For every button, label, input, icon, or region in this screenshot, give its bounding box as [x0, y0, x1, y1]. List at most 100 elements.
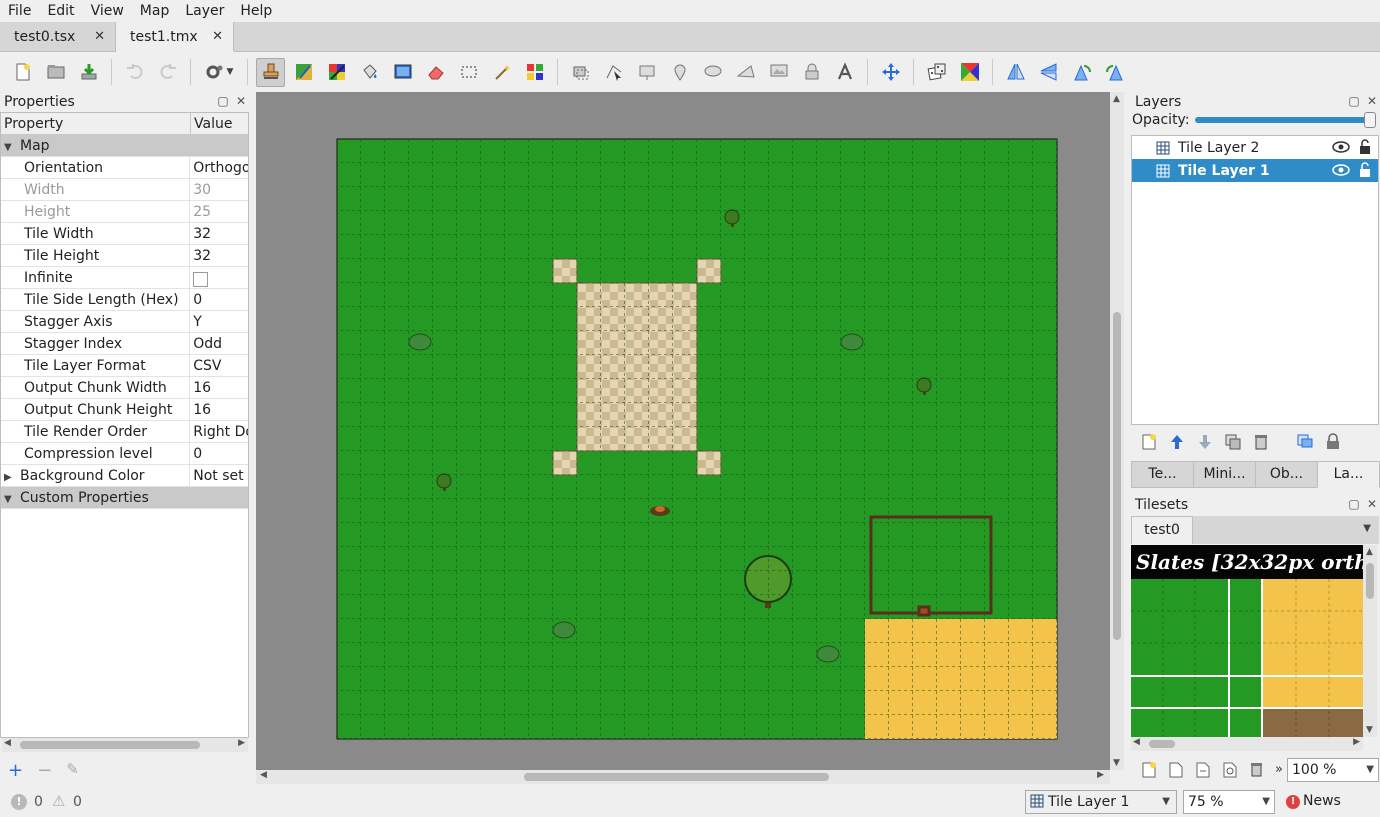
eraser-button[interactable]: [421, 58, 450, 87]
remove-property-icon[interactable]: −: [37, 760, 52, 781]
save-button[interactable]: [74, 58, 103, 87]
tileset-zoom-combo[interactable]: 100 % ▼: [1287, 758, 1379, 782]
insert-tile-button[interactable]: [764, 58, 793, 87]
raise-layer-icon[interactable]: [1168, 433, 1186, 451]
rectangle-select-button[interactable]: [454, 58, 483, 87]
property-value[interactable]: 0: [190, 289, 248, 310]
layer-row-tile-layer-2[interactable]: Tile Layer 2: [1132, 136, 1378, 159]
redo-button[interactable]: [153, 58, 182, 87]
property-row-stagger-index[interactable]: Stagger Index Odd: [1, 333, 248, 355]
scroll-right-icon[interactable]: ▶: [238, 738, 245, 748]
scroll-down-icon[interactable]: ▼: [1366, 725, 1373, 735]
opacity-slider-handle[interactable]: [1364, 112, 1376, 128]
embed-tileset-icon[interactable]: [1167, 761, 1184, 778]
canvas-horizontal-scrollbar[interactable]: ◀ ▶: [256, 770, 1110, 784]
menu-edit[interactable]: Edit: [39, 0, 82, 22]
more-actions-icon[interactable]: »: [1275, 762, 1283, 777]
wang-brush-button[interactable]: [322, 58, 351, 87]
property-row-tile-width[interactable]: Tile Width 32: [1, 223, 248, 245]
menu-help[interactable]: Help: [232, 0, 280, 22]
tileset-tab-test0[interactable]: test0: [1131, 516, 1193, 544]
scroll-left-icon[interactable]: ◀: [260, 770, 267, 780]
random-mode-button[interactable]: [922, 58, 951, 87]
unlock-icon[interactable]: [1358, 139, 1372, 155]
value-column-header[interactable]: Value: [191, 113, 232, 134]
close-icon[interactable]: ✕: [235, 94, 247, 108]
rename-property-icon[interactable]: ✎: [66, 760, 79, 781]
property-row-background-color[interactable]: ▶ Background Color Not set: [1, 465, 248, 487]
flip-vertical-button[interactable]: [1034, 58, 1063, 87]
menu-map[interactable]: Map: [132, 0, 178, 22]
scroll-up-icon[interactable]: ▲: [1366, 547, 1373, 557]
infinite-checkbox[interactable]: [193, 272, 209, 287]
property-value[interactable]: Odd: [190, 333, 248, 354]
scroll-right-icon[interactable]: ▶: [1353, 737, 1360, 747]
property-row-tile-layer-format[interactable]: Tile Layer Format CSV: [1, 355, 248, 377]
property-row-tile-height[interactable]: Tile Height 32: [1, 245, 248, 267]
map-zoom-combo[interactable]: 75 % ▼: [1183, 790, 1275, 814]
property-value[interactable]: Right Down: [190, 421, 248, 442]
eye-icon[interactable]: [1332, 140, 1350, 154]
property-value[interactable]: 16: [190, 399, 248, 420]
open-file-button[interactable]: [41, 58, 70, 87]
close-icon[interactable]: ✕: [94, 29, 105, 44]
scrollbar-thumb[interactable]: [1149, 740, 1175, 748]
magic-wand-button[interactable]: [487, 58, 516, 87]
properties-horizontal-scrollbar[interactable]: ◀ ▶: [2, 738, 248, 752]
edit-tileset-icon[interactable]: [1221, 761, 1238, 778]
tab-test0-tsx[interactable]: test0.tsx ✕: [0, 22, 116, 52]
wang-fill-mode-button[interactable]: [955, 58, 984, 87]
menu-file[interactable]: File: [0, 0, 39, 22]
eye-icon[interactable]: [1332, 163, 1350, 177]
tab-terrains[interactable]: Te...: [1131, 461, 1194, 488]
property-row-output-chunk-height[interactable]: Output Chunk Height 16: [1, 399, 248, 421]
chevron-down-icon[interactable]: ▼: [1363, 523, 1371, 534]
property-row-orientation[interactable]: OrientationOrthogonal: [1, 157, 248, 179]
property-value[interactable]: 16: [190, 377, 248, 398]
current-layer-combo[interactable]: Tile Layer 1 ▼: [1025, 790, 1177, 814]
select-same-tile-button[interactable]: [520, 58, 549, 87]
new-file-button[interactable]: [8, 58, 37, 87]
tileset-vertical-scrollbar[interactable]: ▲ ▼: [1363, 545, 1377, 737]
property-value[interactable]: Y: [190, 311, 248, 332]
insert-ellipse-button[interactable]: [698, 58, 727, 87]
property-row-output-chunk-width[interactable]: Output Chunk Width 16: [1, 377, 248, 399]
rotate-right-button[interactable]: [1100, 58, 1129, 87]
property-value[interactable]: 32: [190, 245, 248, 266]
stamp-brush-button[interactable]: [256, 57, 285, 87]
add-property-icon[interactable]: +: [8, 760, 23, 781]
delete-tileset-icon[interactable]: [1248, 761, 1265, 778]
export-tileset-icon[interactable]: [1194, 761, 1211, 778]
layer-row-tile-layer-1[interactable]: Tile Layer 1: [1132, 159, 1378, 182]
undo-button[interactable]: [120, 58, 149, 87]
float-dock-icon[interactable]: ▢: [217, 94, 229, 108]
float-dock-icon[interactable]: ▢: [1348, 497, 1360, 511]
tab-objects[interactable]: Ob...: [1255, 461, 1318, 488]
scroll-up-icon[interactable]: ▲: [1113, 94, 1120, 104]
news-button[interactable]: News: [1303, 793, 1341, 809]
tab-minimap[interactable]: Mini...: [1193, 461, 1256, 488]
property-row-infinite[interactable]: Infinite: [1, 267, 248, 289]
tileset-view[interactable]: Slates [32x32px orthogonal]: [1131, 545, 1363, 737]
chevron-down-icon[interactable]: ▼: [1366, 759, 1374, 781]
canvas-vertical-scrollbar[interactable]: ▲ ▼: [1110, 92, 1124, 770]
scrollbar-thumb[interactable]: [1366, 563, 1374, 599]
tab-layers[interactable]: La...: [1317, 461, 1380, 488]
flip-horizontal-button[interactable]: [1001, 58, 1030, 87]
float-dock-icon[interactable]: ▢: [1348, 94, 1360, 108]
unlock-icon[interactable]: [1358, 162, 1372, 178]
new-tileset-icon[interactable]: [1140, 761, 1157, 778]
layer-via-selection-icon[interactable]: [1296, 433, 1314, 451]
group-custom-properties[interactable]: ▼ Custom Properties: [1, 487, 248, 509]
property-row-stagger-axis[interactable]: Stagger Axis Y: [1, 311, 248, 333]
property-row-tile-side-length[interactable]: Tile Side Length (Hex) 0: [1, 289, 248, 311]
commands-button[interactable]: ▼: [199, 58, 239, 87]
shape-fill-button[interactable]: [388, 58, 417, 87]
insert-point-button[interactable]: [665, 58, 694, 87]
scroll-left-icon[interactable]: ◀: [1133, 737, 1140, 747]
caret-right-icon[interactable]: ▶: [4, 467, 20, 486]
warning-icon[interactable]: ⚠: [52, 792, 65, 810]
menu-layer[interactable]: Layer: [177, 0, 232, 22]
scroll-right-icon[interactable]: ▶: [1097, 770, 1104, 780]
map-canvas[interactable]: [256, 92, 1110, 770]
